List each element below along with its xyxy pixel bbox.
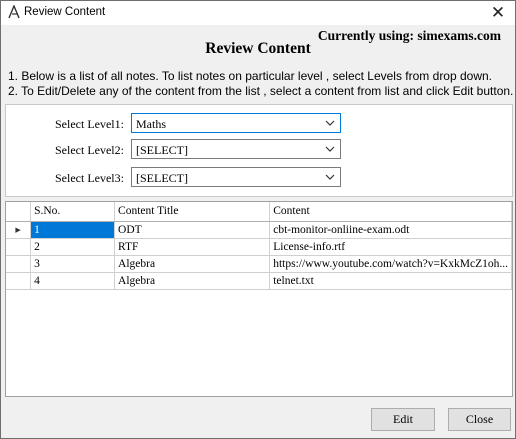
content-grid[interactable]: S.No. Content Title Content ▶ 1 ODT cbt-… bbox=[5, 201, 513, 397]
table-row[interactable]: 4 Algebra telnet.txt bbox=[6, 272, 512, 290]
row-content-cell[interactable]: https://www.youtube.com/watch?v=KxkMcZ1o… bbox=[269, 255, 512, 273]
row-title-cell[interactable]: RTF bbox=[114, 238, 271, 256]
current-row-marker-icon: ▶ bbox=[6, 221, 32, 239]
row-header-corner bbox=[6, 202, 32, 222]
column-header-sno[interactable]: S.No. bbox=[30, 202, 116, 222]
table-row[interactable]: 2 RTF License-info.rtf bbox=[6, 238, 512, 256]
column-header-title[interactable]: Content Title bbox=[114, 202, 271, 222]
row-title-cell[interactable]: Algebra bbox=[114, 255, 271, 273]
close-button[interactable]: Close bbox=[448, 408, 511, 431]
level2-label: Select Level2: bbox=[55, 143, 124, 157]
row-content-cell[interactable]: telnet.txt bbox=[269, 272, 512, 290]
level3-label: Select Level3: bbox=[55, 171, 124, 185]
row-title-cell[interactable]: Algebra bbox=[114, 272, 271, 290]
chevron-down-icon bbox=[325, 120, 335, 126]
row-header-cell[interactable] bbox=[6, 272, 32, 290]
grid-header-row: S.No. Content Title Content bbox=[6, 202, 512, 222]
row-header-cell[interactable] bbox=[6, 255, 32, 273]
level3-dropdown[interactable]: [SELECT] bbox=[131, 167, 341, 187]
window-title: Review Content bbox=[24, 6, 106, 18]
close-icon[interactable]: ✕ bbox=[481, 1, 515, 25]
column-header-content[interactable]: Content bbox=[269, 202, 512, 222]
row-title-cell[interactable]: ODT bbox=[114, 221, 271, 239]
table-row[interactable]: 3 Algebra https://www.youtube.com/watch?… bbox=[6, 255, 512, 273]
level1-dropdown[interactable]: Maths bbox=[131, 113, 341, 133]
level2-dropdown[interactable]: [SELECT] bbox=[131, 139, 341, 159]
chevron-down-icon bbox=[325, 146, 335, 152]
row-sno-cell[interactable]: 3 bbox=[30, 255, 116, 273]
instruction-2: 2. To Edit/Delete any of the content fro… bbox=[8, 84, 514, 98]
title-bar: Review Content ✕ bbox=[1, 1, 515, 25]
level3-value: [SELECT] bbox=[136, 171, 188, 185]
row-content-cell[interactable]: License-info.rtf bbox=[269, 238, 512, 256]
row-content-cell[interactable]: cbt-monitor-onliine-exam.odt bbox=[269, 221, 512, 239]
review-content-window: Review Content ✕ Currently using: simexa… bbox=[0, 0, 516, 439]
instruction-1: 1. Below is a list of all notes. To list… bbox=[8, 69, 493, 83]
page-title: Review Content bbox=[205, 40, 311, 57]
level1-label: Select Level1: bbox=[55, 117, 124, 131]
row-sno-cell[interactable]: 2 bbox=[30, 238, 116, 256]
level1-value: Maths bbox=[136, 117, 166, 131]
row-sno-cell[interactable]: 1 bbox=[30, 221, 116, 239]
level-filter-panel: Select Level1: Maths Select Level2: [SEL… bbox=[5, 104, 513, 197]
row-header-cell[interactable] bbox=[6, 238, 32, 256]
row-sno-cell[interactable]: 4 bbox=[30, 272, 116, 290]
app-logo-icon bbox=[8, 5, 20, 19]
table-row[interactable]: ▶ 1 ODT cbt-monitor-onliine-exam.odt bbox=[6, 221, 512, 239]
chevron-down-icon bbox=[325, 174, 335, 180]
level2-value: [SELECT] bbox=[136, 143, 188, 157]
edit-button[interactable]: Edit bbox=[371, 408, 435, 431]
